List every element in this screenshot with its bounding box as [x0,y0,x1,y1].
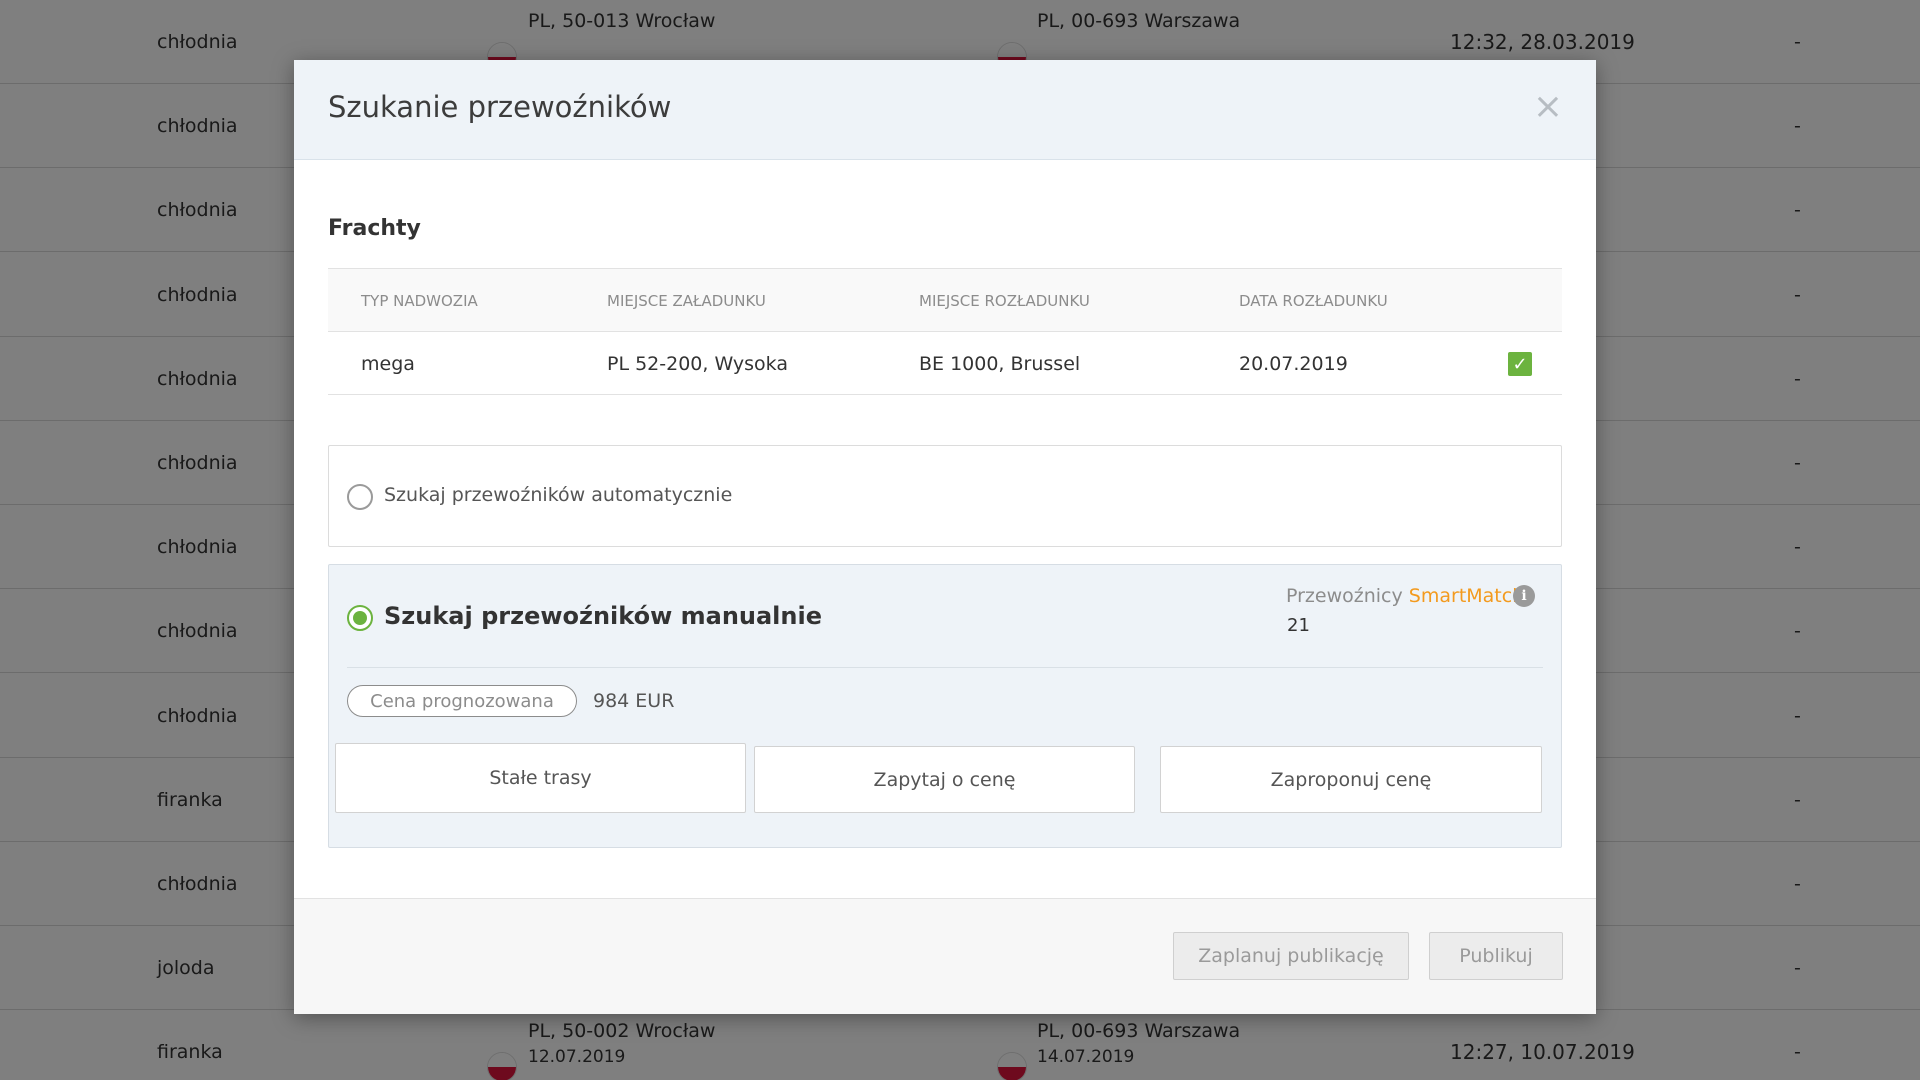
info-icon[interactable]: i [1513,585,1535,607]
cell-body-type: mega [361,352,415,375]
row-checkbox[interactable]: ✓ [1508,352,1532,376]
cell-unloading-place: BE 1000, Brussel [919,352,1081,375]
radio-auto[interactable] [347,484,373,510]
divider [347,667,1543,668]
option-auto-search[interactable]: Szukaj przewoźników automatycznie [328,445,1562,547]
smartmatch-count: 21 [1287,615,1310,636]
fixed-routes-button[interactable]: Stałe trasy [335,743,746,813]
cell-loading-place: PL 52-200, Wysoka [607,352,788,375]
smartmatch-label: Przewoźnicy SmartMatch [1286,585,1524,607]
modal-title: Szukanie przewoźników [328,90,672,124]
propose-price-button[interactable]: Zaproponuj cenę [1160,746,1542,813]
smartmatch-prefix: Przewoźnicy [1286,585,1403,607]
option-manual-search[interactable]: Szukaj przewoźników manualnie Przewoźnic… [328,564,1562,848]
header-body-type: TYP NADWOZIA [361,292,478,310]
modal-footer: Zaplanuj publikację Publikuj [294,898,1596,1014]
radio-manual[interactable] [347,605,373,631]
smartmatch-brand: SmartMatch [1408,585,1525,607]
forecast-price-badge: Cena prognozowana [347,685,577,717]
modal-header: Szukanie przewoźników × [294,60,1596,160]
close-icon[interactable]: × [1528,86,1568,127]
section-title: Frachty [328,216,421,241]
publish-button[interactable]: Publikuj [1429,932,1563,980]
option-auto-label: Szukaj przewoźników automatycznie [384,484,733,506]
ask-price-button[interactable]: Zapytaj o cenę [754,746,1135,813]
header-unloading-date: DATA ROZŁADUNKU [1239,292,1388,310]
search-carriers-modal: Szukanie przewoźników × Frachty TYP NADW… [294,60,1596,1014]
header-unloading-place: MIEJSCE ROZŁADUNKU [919,292,1090,310]
schedule-publication-button[interactable]: Zaplanuj publikację [1173,932,1409,980]
cell-unloading-date: 20.07.2019 [1239,352,1348,375]
option-manual-label: Szukaj przewoźników manualnie [384,602,822,630]
table-header: TYP NADWOZIA MIEJSCE ZAŁADUNKU MIEJSCE R… [328,268,1562,332]
freight-table: TYP NADWOZIA MIEJSCE ZAŁADUNKU MIEJSCE R… [328,268,1562,395]
header-loading-place: MIEJSCE ZAŁADUNKU [607,292,766,310]
table-row: mega PL 52-200, Wysoka BE 1000, Brussel … [328,332,1562,395]
forecast-price-value: 984 EUR [593,690,675,712]
